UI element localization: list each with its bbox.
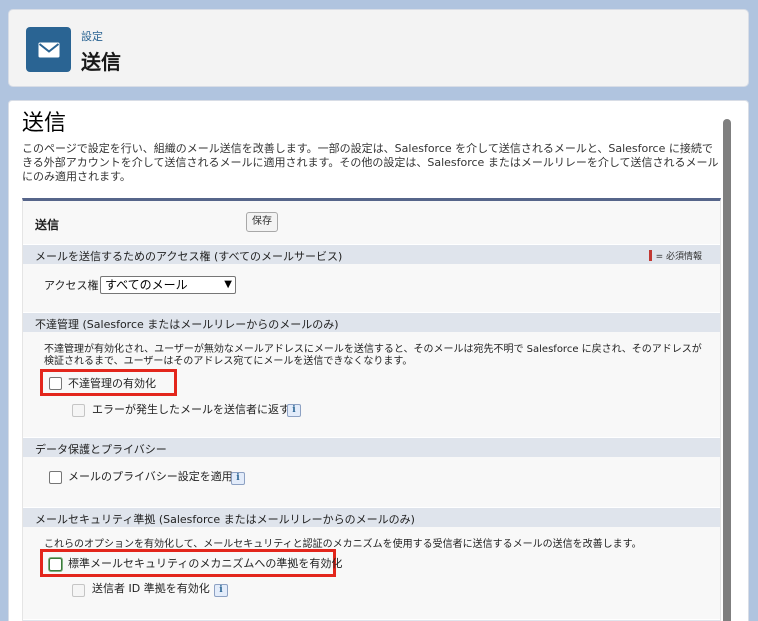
- header-title: 送信: [81, 50, 121, 74]
- scrollbar-thumb[interactable]: [723, 119, 731, 621]
- panel-title: 送信: [35, 218, 60, 232]
- settings-panel: 送信 保存 メールを送信するためのアクセス権 (すべてのメールサービス) = 必…: [22, 198, 721, 621]
- bounce-return-label: エラーが発生したメールを送信者に返す: [92, 403, 290, 416]
- section-privacy-header: データ保護とプライバシー: [23, 437, 720, 457]
- required-legend-text: = 必須情報: [655, 252, 702, 262]
- section-bounce-header: 不達管理 (Salesforce またはメールリレーからのメールのみ): [23, 312, 720, 332]
- page-header: 設定 送信: [8, 9, 749, 87]
- main-content: 送信 このページで設定を行い、組織のメール送信を改善します。一部の設定は、Sal…: [8, 100, 749, 621]
- page-title: 送信: [22, 111, 67, 136]
- chevron-down-icon: ▼: [224, 279, 232, 290]
- panel-header: 送信 保存: [23, 201, 720, 241]
- required-marker: [648, 250, 652, 261]
- sender-id-checkbox[interactable]: [72, 584, 85, 597]
- bounce-description: 不達管理が有効化され、ユーザーが無効なメールアドレスにメールを送信すると、そのメ…: [44, 344, 702, 367]
- bounce-return-checkbox[interactable]: [72, 404, 85, 417]
- save-button[interactable]: 保存: [246, 212, 278, 232]
- access-select-value: すべてのメール: [105, 278, 188, 292]
- sender-id-label: 送信者 ID 準拠を有効化: [92, 582, 210, 595]
- info-icon[interactable]: i: [287, 404, 301, 417]
- scrollbar[interactable]: [722, 103, 732, 621]
- section-access-title: メールを送信するためのアクセス権 (すべてのメールサービス): [35, 250, 343, 263]
- section-security-title: メールセキュリティ準拠 (Salesforce またはメールリレーからのメールの…: [35, 513, 415, 526]
- section-bounce-title: 不達管理 (Salesforce またはメールリレーからのメールのみ): [35, 318, 339, 331]
- bounce-enable-checkbox[interactable]: [49, 377, 62, 390]
- section-privacy-title: データ保護とプライバシー: [35, 443, 167, 456]
- access-select[interactable]: すべてのメール ▼: [100, 276, 236, 294]
- standard-security-label: 標準メールセキュリティのメカニズムへの準拠を有効化: [68, 557, 343, 570]
- mail-icon: [26, 27, 71, 72]
- access-field-label: アクセス権: [44, 279, 99, 292]
- standard-security-checkbox[interactable]: [49, 558, 62, 571]
- privacy-apply-label: メールのプライバシー設定を適用: [68, 470, 233, 483]
- privacy-apply-checkbox[interactable]: [49, 471, 62, 484]
- section-security-header: メールセキュリティ準拠 (Salesforce またはメールリレーからのメールの…: [23, 507, 720, 527]
- breadcrumb[interactable]: 設定: [81, 28, 103, 44]
- required-legend: = 必須情報: [648, 249, 702, 262]
- info-icon[interactable]: i: [231, 472, 245, 485]
- page-description: このページで設定を行い、組織のメール送信を改善します。一部の設定は、Salesf…: [22, 142, 719, 183]
- info-icon[interactable]: i: [214, 584, 228, 597]
- section-access-header: メールを送信するためのアクセス権 (すべてのメールサービス) = 必須情報: [23, 244, 720, 264]
- bounce-enable-label: 不達管理の有効化: [68, 377, 156, 390]
